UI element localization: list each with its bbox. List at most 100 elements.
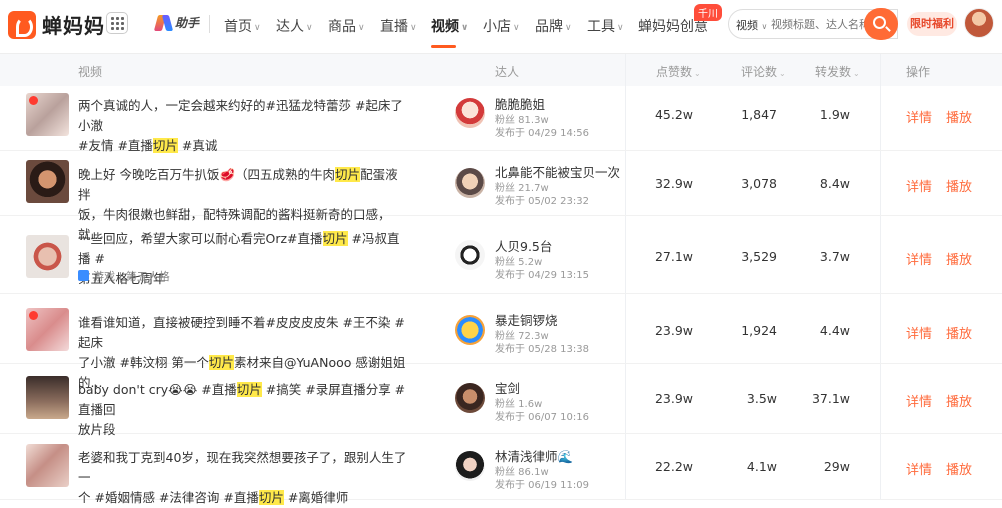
comments-count: 4.1w bbox=[746, 459, 777, 474]
detail-link[interactable]: 详情 bbox=[906, 107, 932, 126]
comments-count: 3,529 bbox=[741, 249, 777, 264]
publish-time: 发布于 04/29 13:15 bbox=[495, 270, 589, 281]
sort-icon: ⌄ bbox=[779, 69, 786, 78]
table-row: 老婆和我丁克到40岁，现在我突然想要孩子了，跟别人生了一 个 #婚姻情感 #法律… bbox=[0, 434, 1002, 505]
creator-avatar[interactable] bbox=[455, 168, 485, 198]
creator-avatar[interactable] bbox=[455, 383, 485, 413]
chevron-down-icon: ∨ bbox=[358, 23, 365, 33]
video-thumbnail[interactable] bbox=[26, 376, 69, 419]
nav-item-live[interactable]: 直播 ∨ bbox=[380, 16, 417, 36]
creator-avatar[interactable] bbox=[455, 451, 485, 481]
sort-icon: ⌄ bbox=[694, 69, 701, 78]
publish-time: 发布于 06/07 10:16 bbox=[495, 412, 589, 423]
assistant-label: 助手 bbox=[175, 16, 200, 30]
nav-item-products[interactable]: 商品 ∨ bbox=[328, 16, 365, 36]
publish-time: 发布于 05/02 23:32 bbox=[495, 196, 589, 207]
creator-avatar[interactable] bbox=[455, 315, 485, 345]
video-thumbnail[interactable] bbox=[26, 93, 69, 136]
promo-button[interactable]: 限时福利 bbox=[907, 12, 957, 36]
nav-badge: 千川 bbox=[694, 4, 722, 21]
header-creator: 达人 bbox=[495, 65, 520, 79]
sort-icon: ⌄ bbox=[853, 69, 860, 78]
header-comments[interactable]: 评论数 ⌄ bbox=[741, 63, 786, 80]
logo-text: 蝉妈妈 bbox=[42, 14, 105, 38]
chevron-down-icon: ∨ bbox=[513, 23, 520, 33]
creator-avatar[interactable] bbox=[455, 240, 485, 270]
assistant-button[interactable]: 助手 bbox=[156, 14, 199, 31]
play-link[interactable]: 播放 bbox=[946, 249, 972, 268]
chevron-down-icon: ∨ bbox=[254, 23, 261, 33]
nav-item-video[interactable]: 视频 ∨ bbox=[431, 16, 468, 36]
chevron-down-icon: ∨ bbox=[565, 23, 572, 33]
video-title[interactable]: 老婆和我丁克到40岁，现在我突然想要孩子了，跟别人生了一 个 #婚姻情感 #法律… bbox=[78, 448, 408, 508]
table-row: 谁看谁知道，直接被硬控到睡不着#皮皮皮皮朱 #王不染 #起床 了小澈 #韩汶栩 … bbox=[0, 294, 1002, 390]
table-row: 一些回应，希望大家可以耐心看完Orz#直播切片 #冯叔直播 # 第五人格七周年 … bbox=[0, 216, 1002, 294]
shares-count: 37.1w bbox=[811, 391, 850, 406]
nav-item-tools[interactable]: 工具 ∨ bbox=[587, 16, 624, 36]
comments-count: 3.5w bbox=[746, 391, 777, 406]
play-link[interactable]: 播放 bbox=[946, 459, 972, 478]
comments-count: 1,924 bbox=[741, 323, 777, 338]
chevron-down-icon: ∨ bbox=[461, 23, 469, 33]
play-link[interactable]: 播放 bbox=[946, 391, 972, 410]
logo-icon bbox=[8, 10, 36, 39]
table-row: 晚上好 今晚吃百万牛扒饭🥩（四五成熟的牛肉切片配蛋液拌 饭，牛肉很嫩也鲜甜，配特… bbox=[0, 151, 1002, 242]
video-thumbnail[interactable] bbox=[26, 235, 69, 278]
detail-link[interactable]: 详情 bbox=[906, 176, 932, 195]
table-row: 两个真诚的人，一定会越来约好的#迅猛龙特蕾莎 #起床了小澈 #友情 #直播切片 … bbox=[0, 86, 1002, 153]
shares-count: 4.4w bbox=[819, 323, 850, 338]
game-icon bbox=[78, 270, 89, 281]
chevron-down-icon: ∨ bbox=[306, 23, 313, 33]
creator-avatar[interactable] bbox=[455, 98, 485, 128]
nav-item-brand[interactable]: 品牌 ∨ bbox=[535, 16, 572, 36]
search-button[interactable] bbox=[864, 8, 898, 40]
header-actions: 操作 bbox=[906, 65, 931, 79]
publish-time: 发布于 06/19 11:09 bbox=[495, 480, 589, 491]
chevron-down-icon: ∨ bbox=[410, 23, 417, 33]
video-thumbnail[interactable] bbox=[26, 308, 69, 351]
likes-count: 23.9w bbox=[654, 391, 693, 406]
shares-count: 3.7w bbox=[819, 249, 850, 264]
active-tab-indicator bbox=[431, 45, 456, 48]
play-link[interactable]: 播放 bbox=[946, 107, 972, 126]
video-title[interactable]: 两个真诚的人，一定会越来约好的#迅猛龙特蕾莎 #起床了小澈 #友情 #直播切片 … bbox=[78, 96, 408, 156]
publish-time: 发布于 04/29 14:56 bbox=[495, 128, 589, 139]
video-category-tag: 游戏 | 第五人格 bbox=[78, 268, 170, 284]
table-row: baby don't cry😭😭 #直播切片 #搞笑 #录屏直播分享 #直播回 … bbox=[0, 364, 1002, 437]
shares-count: 29w bbox=[823, 459, 850, 474]
table-header: 视频 达人 点赞数 ⌄ 评论数 ⌄ 转发数 ⌄ 操作 bbox=[0, 54, 1002, 86]
header-video: 视频 bbox=[78, 65, 103, 79]
play-link[interactable]: 播放 bbox=[946, 176, 972, 195]
chevron-down-icon: ∨ bbox=[761, 22, 768, 31]
header-likes[interactable]: 点赞数 ⌄ bbox=[656, 63, 701, 80]
detail-link[interactable]: 详情 bbox=[906, 459, 932, 478]
user-avatar[interactable] bbox=[964, 8, 994, 38]
detail-link[interactable]: 详情 bbox=[906, 323, 932, 342]
likes-count: 32.9w bbox=[654, 176, 693, 191]
shares-count: 8.4w bbox=[819, 176, 850, 191]
likes-count: 23.9w bbox=[654, 323, 693, 338]
nav-divider bbox=[209, 15, 210, 33]
video-thumbnail[interactable] bbox=[26, 444, 69, 487]
nav-item-home[interactable]: 首页 ∨ bbox=[224, 16, 261, 36]
shares-count: 1.9w bbox=[819, 107, 850, 122]
nav-item-creators[interactable]: 达人 ∨ bbox=[276, 16, 313, 36]
assistant-icon bbox=[156, 15, 172, 31]
detail-link[interactable]: 详情 bbox=[906, 249, 932, 268]
detail-link[interactable]: 详情 bbox=[906, 391, 932, 410]
comments-count: 3,078 bbox=[741, 176, 777, 191]
comments-count: 1,847 bbox=[741, 107, 777, 122]
video-title[interactable]: baby don't cry😭😭 #直播切片 #搞笑 #录屏直播分享 #直播回 … bbox=[78, 380, 408, 440]
video-thumbnail[interactable] bbox=[26, 160, 69, 203]
likes-count: 27.1w bbox=[654, 249, 693, 264]
logo[interactable]: 蝉妈妈 bbox=[8, 10, 105, 39]
top-navigation-bar: 蝉妈妈 助手 首页 ∨ 达人 ∨ 商品 ∨ 直播 ∨ 视频 ∨ 小店 ∨ 品牌 ∨ 工具 ∨ 蝉… bbox=[0, 0, 1002, 54]
chevron-down-icon: ∨ bbox=[617, 23, 624, 33]
publish-time: 发布于 05/28 13:38 bbox=[495, 344, 589, 355]
likes-count: 22.2w bbox=[654, 459, 693, 474]
play-link[interactable]: 播放 bbox=[946, 323, 972, 342]
header-shares[interactable]: 转发数 ⌄ bbox=[815, 63, 860, 80]
search-type-select[interactable]: 视频 ∨ bbox=[736, 17, 767, 33]
app-grid-icon[interactable] bbox=[106, 12, 128, 34]
nav-item-shop[interactable]: 小店 ∨ bbox=[483, 16, 520, 36]
